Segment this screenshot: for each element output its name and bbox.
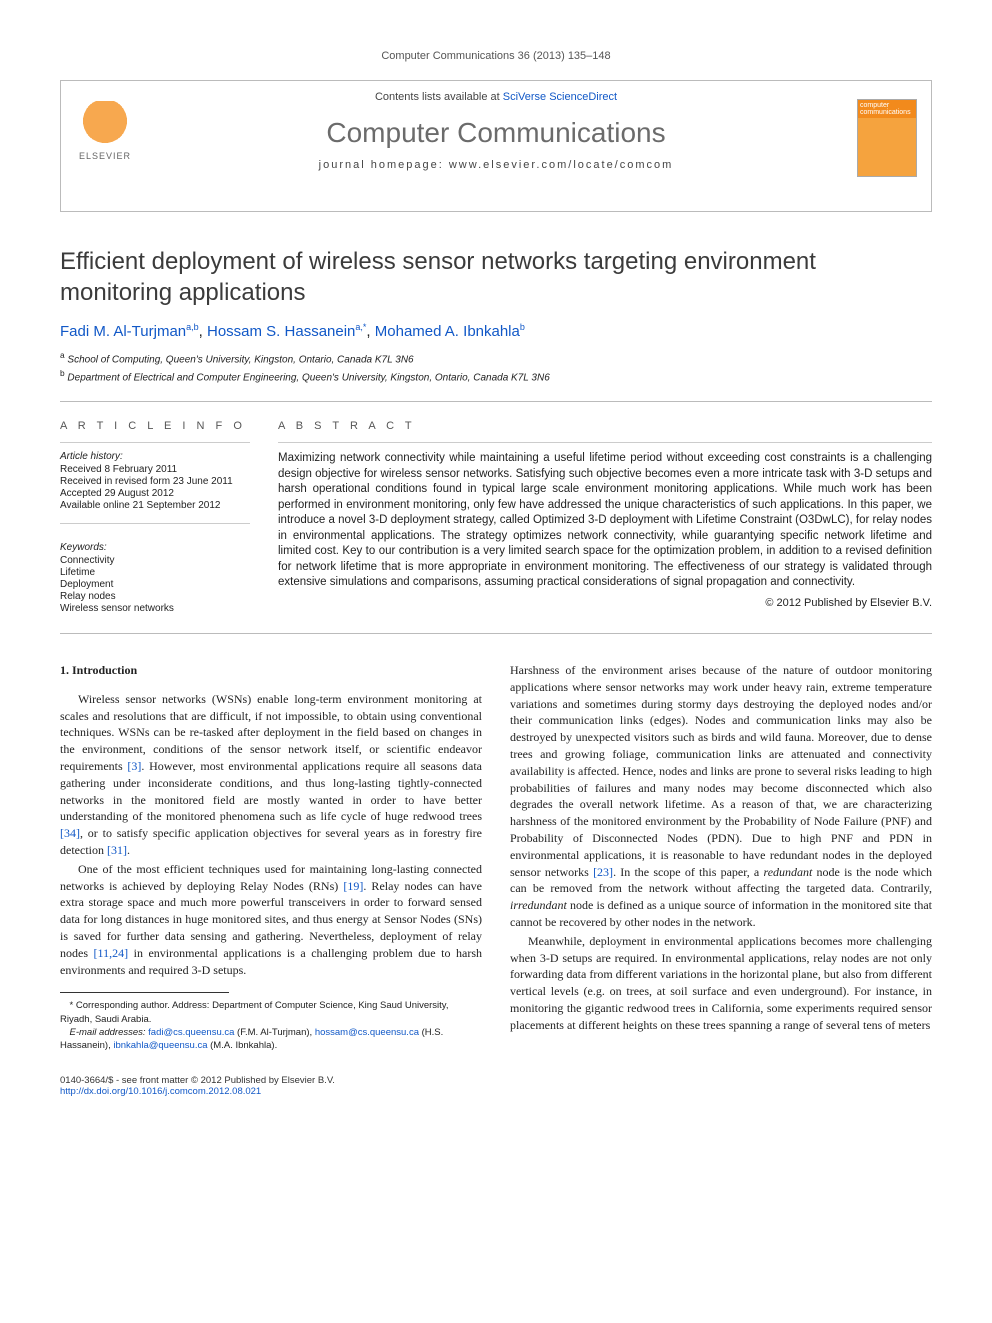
history-label: Article history: [60,451,250,462]
sciencedirect-link[interactable]: SciVerse ScienceDirect [503,91,617,103]
article-title: Efficient deployment of wireless sensor … [60,246,932,308]
keyword: Deployment [60,579,250,590]
body-paragraph: Wireless sensor networks (WSNs) enable l… [60,691,482,859]
corresponding-author-note: * Corresponding author. Address: Departm… [60,999,482,1026]
article-info-column: A R T I C L E I N F O Article history: R… [60,420,250,615]
author-list: Fadi M. Al-Turjmana,b, Hossam S. Hassane… [60,322,932,340]
keyword: Relay nodes [60,591,250,602]
author-link[interactable]: Fadi M. Al-Turjman [60,323,186,340]
history-item: Received 8 February 2011 [60,464,250,475]
history-item: Available online 21 September 2012 [60,500,250,511]
journal-header-box: ELSEVIER computer communications Content… [60,80,932,212]
journal-cover-thumbnail: computer communications [857,99,917,177]
header-citation: Computer Communications 36 (2013) 135–14… [60,50,932,62]
body-two-column: 1. Introduction Wireless sensor networks… [60,662,932,1053]
body-paragraph: One of the most efficient techniques use… [60,861,482,979]
elsevier-logo: ELSEVIER [75,101,135,171]
keyword: Lifetime [60,567,250,578]
divider [60,633,932,634]
meta-abstract-row: A R T I C L E I N F O Article history: R… [60,420,932,615]
body-paragraph: Harshness of the environment arises beca… [510,662,932,931]
ref-link[interactable]: [23] [593,865,613,879]
ref-link[interactable]: [34] [60,826,80,840]
abstract-heading: A B S T R A C T [278,420,932,432]
email-addresses: E-mail addresses: fadi@cs.queensu.ca (F.… [60,1026,482,1053]
ref-link[interactable]: [31] [107,843,127,857]
affiliation: a School of Computing, Queen's Universit… [60,350,932,365]
affiliation: b Department of Electrical and Computer … [60,368,932,383]
history-item: Received in revised form 23 June 2011 [60,476,250,487]
doi-link[interactable]: http://dx.doi.org/10.1016/j.comcom.2012.… [60,1086,261,1097]
email-link[interactable]: hossam@cs.queensu.ca [315,1027,419,1038]
abstract-text: Maximizing network connectivity while ma… [278,451,932,591]
abstract-column: A B S T R A C T Maximizing network conne… [278,420,932,615]
journal-name: Computer Communications [75,117,917,149]
ref-link[interactable]: [3] [127,759,141,773]
ref-link[interactable]: [19] [343,879,363,893]
keywords-label: Keywords: [60,542,250,553]
keyword: Connectivity [60,555,250,566]
email-link[interactable]: fadi@cs.queensu.ca [148,1027,234,1038]
contents-lists-line: Contents lists available at SciVerse Sci… [75,91,917,103]
divider [60,401,932,402]
page-root: Computer Communications 36 (2013) 135–14… [0,0,992,1137]
footnote-separator [60,992,229,993]
author-link[interactable]: Hossam S. Hassanein [207,323,355,340]
author-link[interactable]: Mohamed A. Ibnkahla [375,323,520,340]
copyright-line: © 2012 Published by Elsevier B.V. [278,597,932,609]
ref-link[interactable]: [11,24] [94,946,129,960]
footer-front-matter: 0140-3664/$ - see front matter © 2012 Pu… [60,1075,932,1097]
journal-homepage: journal homepage: www.elsevier.com/locat… [75,159,917,171]
section-heading-intro: 1. Introduction [60,662,482,679]
body-paragraph: Meanwhile, deployment in environmental a… [510,933,932,1034]
article-info-heading: A R T I C L E I N F O [60,420,250,432]
keyword: Wireless sensor networks [60,603,250,614]
email-link[interactable]: ibnkahla@queensu.ca [113,1040,207,1051]
history-item: Accepted 29 August 2012 [60,488,250,499]
